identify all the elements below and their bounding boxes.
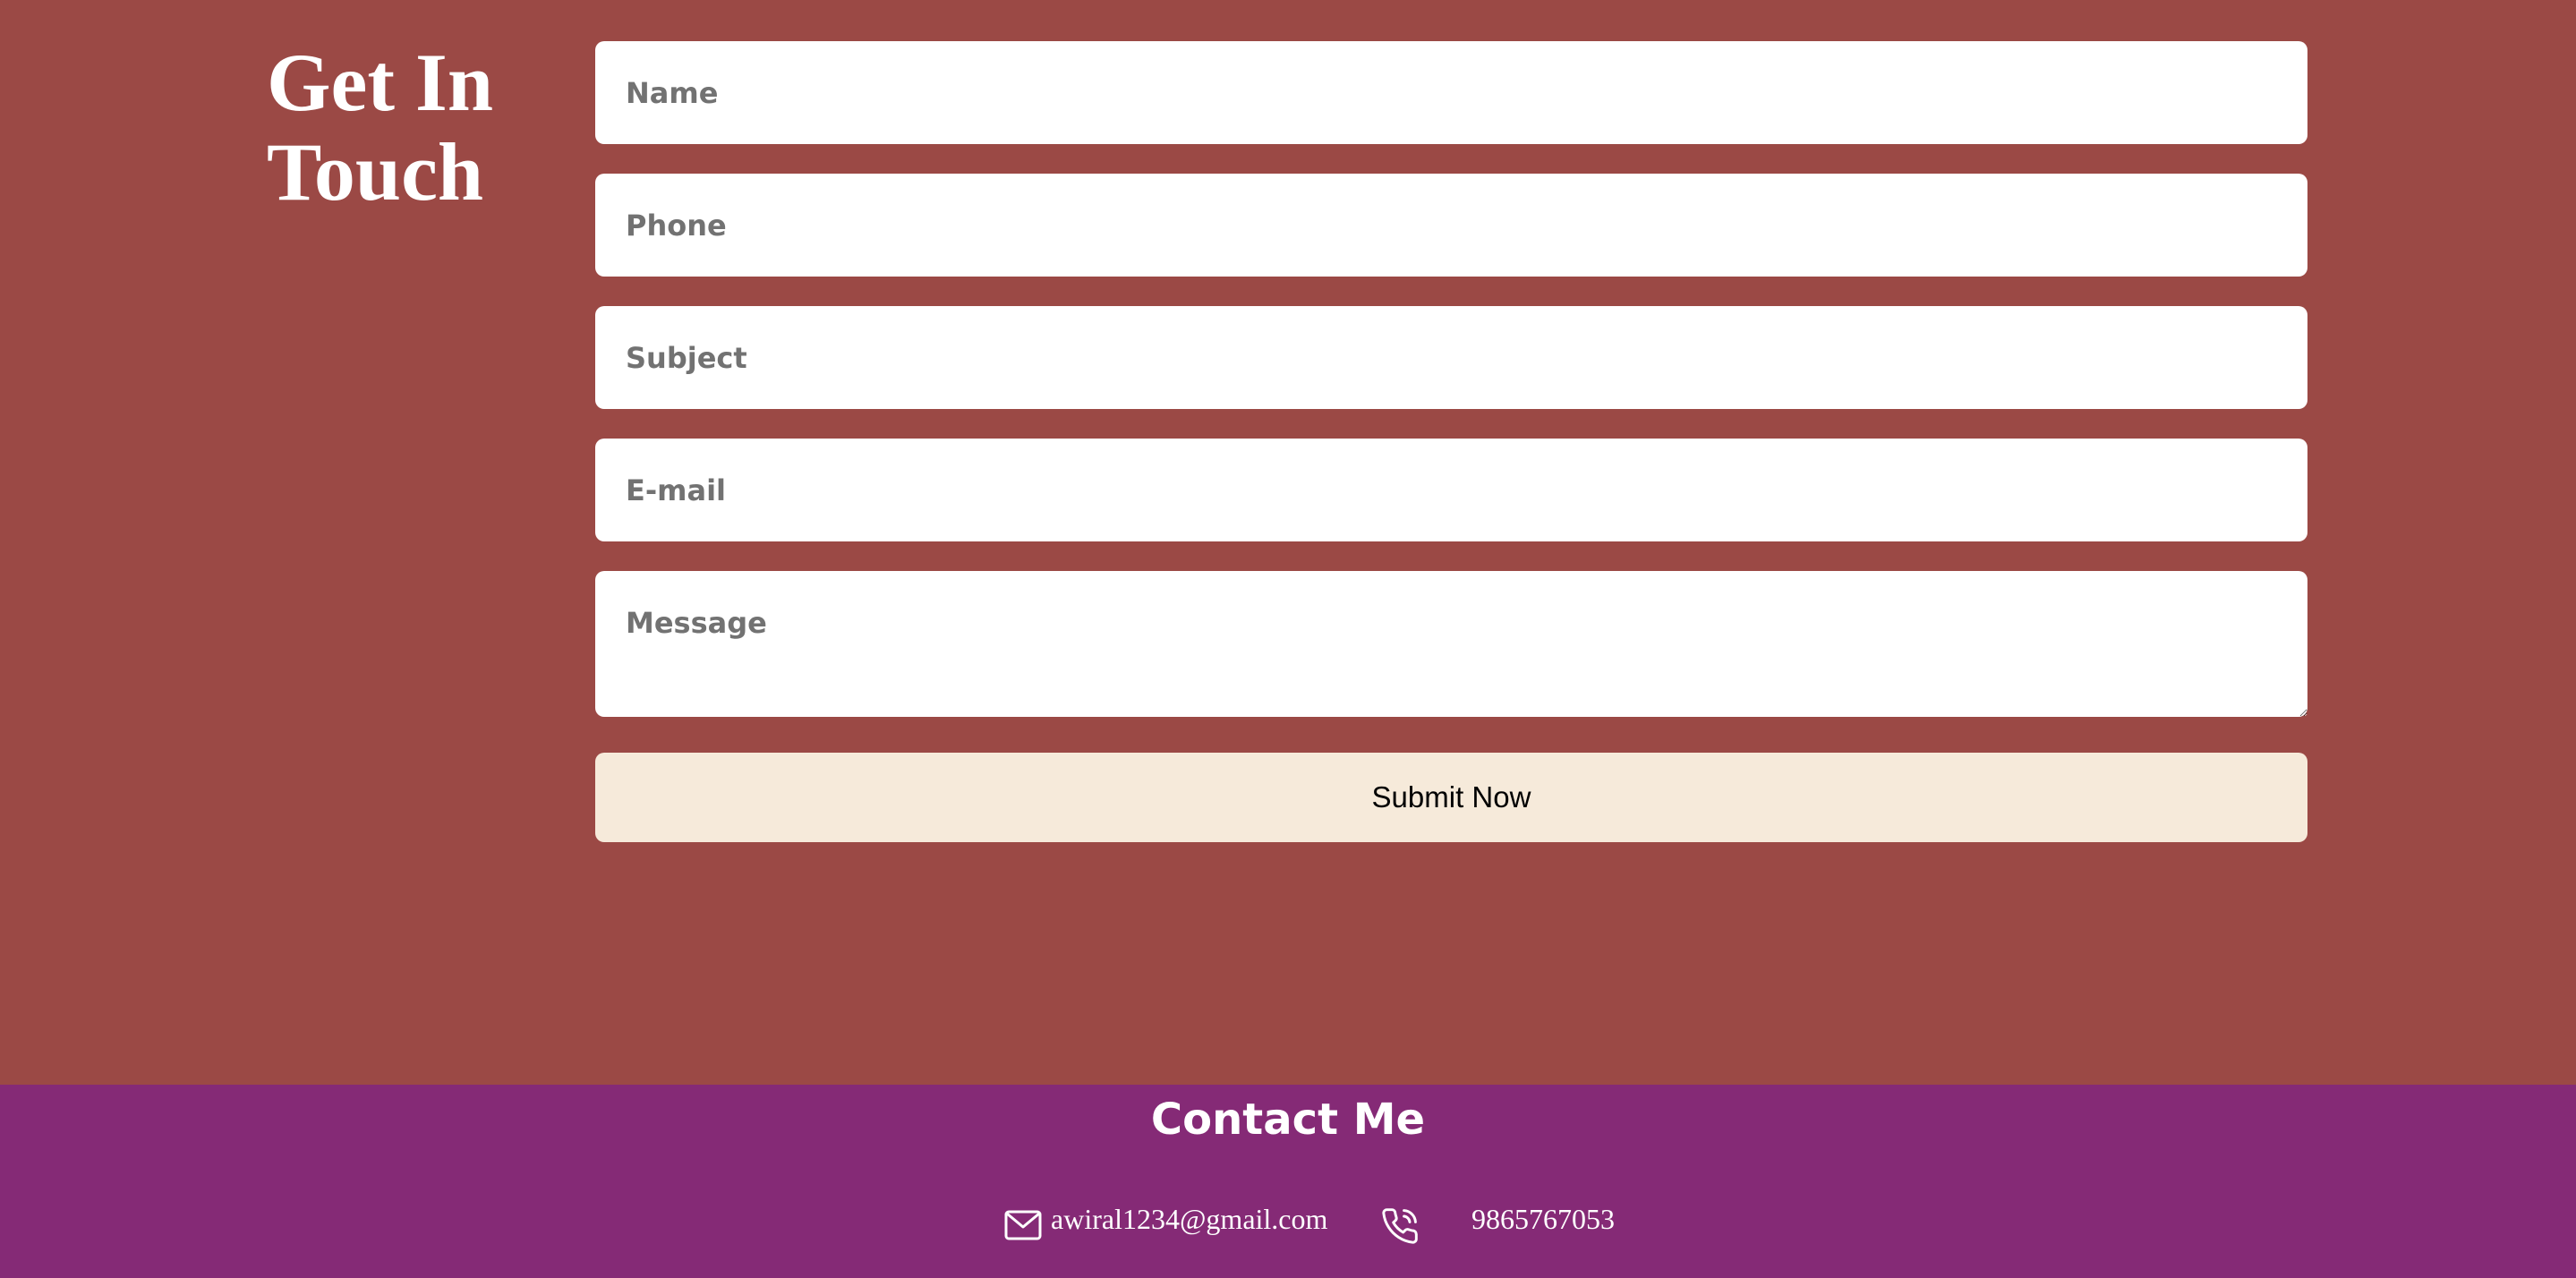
email-link[interactable]: awiral1234@gmail.com <box>1051 1199 1327 1239</box>
email-input[interactable] <box>595 439 2307 541</box>
name-input[interactable] <box>595 41 2307 144</box>
mail-icon <box>1004 1210 1042 1240</box>
phone-link[interactable]: 9865767053 <box>1471 1199 1615 1239</box>
subject-input[interactable] <box>595 306 2307 409</box>
page-title: Get In Touch <box>267 37 493 217</box>
submit-button[interactable]: Submit Now <box>595 753 2307 842</box>
footer-title: Contact Me <box>1150 1095 1426 1145</box>
contact-form: Submit Now <box>595 41 2307 842</box>
phone-icon <box>1380 1206 1420 1246</box>
message-textarea[interactable] <box>595 571 2307 717</box>
contact-form-section: Get In Touch Submit Now <box>0 0 2576 1085</box>
phone-input[interactable] <box>595 174 2307 277</box>
